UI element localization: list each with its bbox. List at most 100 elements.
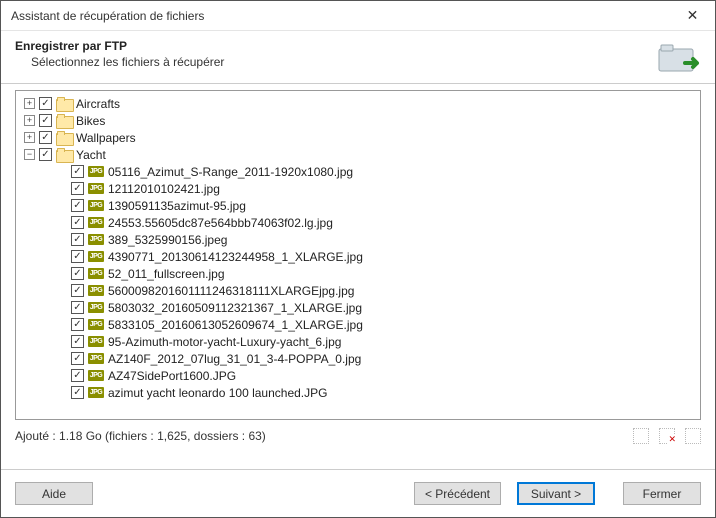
tree-row-folder[interactable]: + ✓ Bikes <box>20 112 700 129</box>
tree-item-label: 1390591135azimut-95.jpg <box>108 199 246 213</box>
tree-item-label: 4390771_20130614123244958_1_XLARGE.jpg <box>108 250 363 264</box>
checkbox[interactable]: ✓ <box>39 148 52 161</box>
tree-item-label: Yacht <box>76 148 106 162</box>
expander-spacer <box>56 336 67 347</box>
clear-selection-icon[interactable] <box>659 428 675 444</box>
tree-row-folder[interactable]: + ✓ Aircrafts <box>20 95 700 112</box>
tree-row-file[interactable]: ✓ JPG 12112010102421.jpg <box>20 180 700 197</box>
wizard-header: Enregistrer par FTP Sélectionnez les fic… <box>1 31 715 83</box>
tree-row-file[interactable]: ✓ JPG 1390591135azimut-95.jpg <box>20 197 700 214</box>
selection-icon[interactable] <box>633 428 649 444</box>
tree-item-label: 24553.55605dc87e564bbb74063f02.lg.jpg <box>108 216 333 230</box>
tree-row-file[interactable]: ✓ JPG AZ140F_2012_07lug_31_01_3-4-POPPA_0.… <box>20 350 700 367</box>
folder-icon <box>56 97 72 111</box>
tree-item-label: 95-Azimuth-motor-yacht-Luxury-yacht_6.jp… <box>108 335 341 349</box>
jpg-icon: JPG <box>88 369 104 383</box>
expand-icon[interactable]: + <box>24 98 35 109</box>
tree-item-label: AZ140F_2012_07lug_31_01_3-4-POPPA_0.jpg <box>108 352 361 366</box>
tree-item-label: 52_011_fullscreen.jpg <box>108 267 225 281</box>
collapse-icon[interactable]: − <box>24 149 35 160</box>
checkbox[interactable]: ✓ <box>71 335 84 348</box>
help-button[interactable]: Aide <box>15 482 93 505</box>
next-button[interactable]: Suivant > <box>517 482 595 505</box>
tree-item-label: 05116_Azimut_S-Range_2011-1920x1080.jpg <box>108 165 353 179</box>
tree-row-file[interactable]: ✓ JPG azimut yacht leonardo 100 launched.J… <box>20 384 700 401</box>
tree-row-file[interactable]: ✓ JPG 52_011_fullscreen.jpg <box>20 265 700 282</box>
tree-item-label: Aircrafts <box>76 97 120 111</box>
tree-row-file[interactable]: ✓ JPG 5833105_20160613052609674_1_XLARGE.j… <box>20 316 700 333</box>
folder-icon <box>56 131 72 145</box>
jpg-icon: JPG <box>88 386 104 400</box>
tree-item-label: Wallpapers <box>76 131 136 145</box>
checkbox[interactable]: ✓ <box>39 97 52 110</box>
tree-row-file[interactable]: ✓JPG24553.55605dc87e564bbb74063f02.lg.jp… <box>20 214 700 231</box>
header-title: Enregistrer par FTP <box>15 39 655 53</box>
previous-button[interactable]: < Précédent <box>414 482 501 505</box>
jpg-icon: JPG <box>88 318 104 332</box>
tree-row-file[interactable]: ✓JPG5600098201601111246318111XLARGEjpg.j… <box>20 282 700 299</box>
checkbox[interactable]: ✓ <box>71 284 84 297</box>
expand-icon[interactable]: + <box>24 115 35 126</box>
checkbox[interactable]: ✓ <box>39 114 52 127</box>
checkbox[interactable]: ✓ <box>71 369 84 382</box>
tree-row-file[interactable]: ✓JPG95-Azimuth-motor-yacht-Luxury-yacht_… <box>20 333 700 350</box>
jpg-icon: JPG <box>88 165 104 179</box>
checkbox[interactable]: ✓ <box>71 199 84 212</box>
expander-spacer <box>56 166 67 177</box>
file-tree[interactable]: +✓Aircrafts+✓Bikes+✓Wallpapers−✓Yacht✓JP… <box>16 91 700 419</box>
jpg-icon: JPG <box>88 233 104 247</box>
jpg-icon: JPG <box>88 250 104 264</box>
expander-spacer <box>56 183 67 194</box>
tree-row-file[interactable]: ✓JPG389_5325990156.jpeg <box>20 231 700 248</box>
window-title: Assistant de récupération de fichiers <box>11 9 204 23</box>
expander-spacer <box>56 200 67 211</box>
header-subtitle: Sélectionnez les fichiers à récupérer <box>31 55 655 69</box>
expander-spacer <box>56 387 67 398</box>
wizard-footer: Aide < Précédent Suivant > Fermer <box>1 469 715 517</box>
tree-row-file[interactable]: ✓JPGAZ47SidePort1600.JPG <box>20 367 700 384</box>
tree-row-file[interactable]: ✓ JPG 5803032_20160509112321367_1_XLARGE.j… <box>20 299 700 316</box>
checkbox[interactable]: ✓ <box>71 267 84 280</box>
tree-item-label: azimut yacht leonardo 100 launched.JPG <box>108 386 327 400</box>
header-rule <box>1 83 715 84</box>
file-tree-panel: +✓Aircrafts+✓Bikes+✓Wallpapers−✓Yacht✓JP… <box>15 90 701 420</box>
close-icon[interactable]: ✕ <box>670 1 715 31</box>
checkbox[interactable]: ✓ <box>71 165 84 178</box>
checkbox[interactable]: ✓ <box>71 233 84 246</box>
expand-icon[interactable]: + <box>24 132 35 143</box>
checkbox[interactable]: ✓ <box>71 318 84 331</box>
checkbox[interactable]: ✓ <box>71 301 84 314</box>
tree-row-file[interactable]: ✓ JPG 05116_Azimut_S-Range_2011-1920x1080.… <box>20 163 700 180</box>
tree-row-folder[interactable]: −✓ Yacht <box>20 146 700 163</box>
jpg-icon: JPG <box>88 301 104 315</box>
expander-spacer <box>56 268 67 279</box>
expander-spacer <box>56 234 67 245</box>
expander-spacer <box>56 319 67 330</box>
checkbox[interactable]: ✓ <box>39 131 52 144</box>
ftp-folder-icon <box>655 39 703 77</box>
close-button[interactable]: Fermer <box>623 482 701 505</box>
tree-row-folder[interactable]: + ✓ Wallpapers <box>20 129 700 146</box>
options-icon[interactable] <box>685 428 701 444</box>
expander-spacer <box>56 217 67 228</box>
checkbox[interactable]: ✓ <box>71 352 84 365</box>
checkbox[interactable]: ✓ <box>71 216 84 229</box>
tree-item-label: 5833105_20160613052609674_1_XLARGE.jpg <box>108 318 363 332</box>
status-text: Ajouté : 1.18 Go (fichiers : 1,625, doss… <box>15 429 266 443</box>
jpg-icon: JPG <box>88 182 104 196</box>
jpg-icon: JPG <box>88 352 104 366</box>
folder-icon <box>56 148 72 162</box>
tree-row-file[interactable]: ✓ JPG 4390771_20130614123244958_1_XLARGE.j… <box>20 248 700 265</box>
tree-item-label: 5600098201601111246318111XLARGEjpg.jpg <box>108 284 354 298</box>
tree-item-label: 12112010102421.jpg <box>108 182 220 196</box>
tree-item-label: Bikes <box>76 114 105 128</box>
checkbox[interactable]: ✓ <box>71 250 84 263</box>
status-icons <box>633 428 701 444</box>
tree-item-label: 5803032_20160509112321367_1_XLARGE.jpg <box>108 301 362 315</box>
checkbox[interactable]: ✓ <box>71 182 84 195</box>
expander-spacer <box>56 302 67 313</box>
checkbox[interactable]: ✓ <box>71 386 84 399</box>
jpg-icon: JPG <box>88 199 104 213</box>
jpg-icon: JPG <box>88 267 104 281</box>
expander-spacer <box>56 353 67 364</box>
